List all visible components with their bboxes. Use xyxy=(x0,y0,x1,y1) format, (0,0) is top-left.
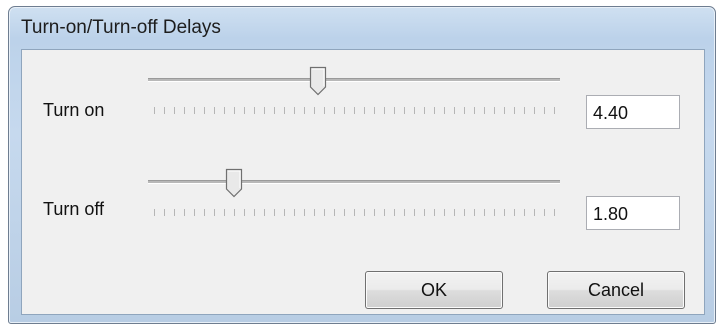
slider-tick xyxy=(464,107,465,114)
slider-tick xyxy=(494,107,495,114)
slider-tick xyxy=(174,107,175,114)
slider-tick xyxy=(394,107,395,114)
slider-tick xyxy=(364,107,365,114)
slider-tick xyxy=(454,209,455,216)
slider-tick xyxy=(544,107,545,114)
slider-tick xyxy=(474,209,475,216)
slider-tick xyxy=(224,107,225,114)
turn-off-slider-ticks xyxy=(154,209,555,216)
slider-tick xyxy=(154,107,155,114)
slider-tick xyxy=(254,107,255,114)
turn-on-slider[interactable] xyxy=(148,64,568,124)
slider-tick xyxy=(244,107,245,114)
slider-tick xyxy=(424,107,425,114)
slider-tick xyxy=(344,209,345,216)
slider-tick xyxy=(184,107,185,114)
slider-tick xyxy=(174,209,175,216)
slider-tick xyxy=(194,107,195,114)
slider-tick xyxy=(284,107,285,114)
slider-tick xyxy=(324,107,325,114)
slider-tick xyxy=(374,107,375,114)
slider-tick xyxy=(304,107,305,114)
slider-tick xyxy=(414,107,415,114)
slider-tick xyxy=(234,209,235,216)
slider-tick xyxy=(354,209,355,216)
slider-tick xyxy=(484,209,485,216)
slider-tick xyxy=(204,107,205,114)
slider-tick xyxy=(524,107,525,114)
slider-tick xyxy=(554,209,555,216)
slider-tick xyxy=(514,209,515,216)
slider-tick xyxy=(374,209,375,216)
slider-tick xyxy=(254,209,255,216)
turn-on-slider-ticks xyxy=(154,107,555,114)
turn-off-slider[interactable] xyxy=(148,166,568,226)
slider-tick xyxy=(164,209,165,216)
slider-tick xyxy=(154,209,155,216)
slider-tick xyxy=(194,209,195,216)
slider-tick xyxy=(454,107,455,114)
slider-tick xyxy=(334,107,335,114)
slider-tick xyxy=(434,107,435,114)
slider-tick xyxy=(384,209,385,216)
slider-tick xyxy=(444,107,445,114)
slider-tick xyxy=(214,209,215,216)
slider-tick xyxy=(304,209,305,216)
slider-tick xyxy=(554,107,555,114)
slider-tick xyxy=(334,209,335,216)
slider-tick xyxy=(324,209,325,216)
turn-off-slider-track xyxy=(148,180,560,184)
turn-off-slider-thumb[interactable] xyxy=(225,168,243,198)
slider-tick xyxy=(404,209,405,216)
slider-tick xyxy=(514,107,515,114)
slider-tick xyxy=(404,107,405,114)
dialog-title: Turn-on/Turn-off Delays xyxy=(21,17,221,38)
slider-tick xyxy=(534,107,535,114)
slider-tick xyxy=(434,209,435,216)
slider-tick xyxy=(274,209,275,216)
slider-tick xyxy=(294,209,295,216)
slider-tick xyxy=(494,209,495,216)
slider-tick xyxy=(204,209,205,216)
slider-tick xyxy=(314,209,315,216)
slider-tick xyxy=(294,107,295,114)
ok-button[interactable]: OK xyxy=(365,271,503,309)
slider-tick xyxy=(474,107,475,114)
slider-tick xyxy=(534,209,535,216)
turn-on-label: Turn on xyxy=(43,100,105,120)
turn-off-label: Turn off xyxy=(43,199,105,219)
dialog-client-area: Turn on 4.40 Turn off 1.80 OK Cancel xyxy=(21,49,705,315)
slider-tick xyxy=(484,107,485,114)
slider-tick xyxy=(504,107,505,114)
slider-tick xyxy=(544,209,545,216)
slider-tick xyxy=(344,107,345,114)
slider-tick xyxy=(364,209,365,216)
slider-tick xyxy=(284,209,285,216)
slider-tick xyxy=(164,107,165,114)
slider-tick xyxy=(224,209,225,216)
slider-tick xyxy=(264,209,265,216)
slider-tick xyxy=(244,209,245,216)
slider-tick xyxy=(394,209,395,216)
turn-on-slider-thumb[interactable] xyxy=(309,66,327,96)
slider-tick xyxy=(414,209,415,216)
slider-tick xyxy=(214,107,215,114)
slider-tick xyxy=(314,107,315,114)
slider-tick xyxy=(524,209,525,216)
slider-tick xyxy=(264,107,265,114)
slider-tick xyxy=(184,209,185,216)
slider-tick xyxy=(504,209,505,216)
turn-on-slider-track xyxy=(148,78,560,82)
slider-tick xyxy=(354,107,355,114)
turn-on-value-field[interactable]: 4.40 xyxy=(586,95,680,129)
cancel-button[interactable]: Cancel xyxy=(547,271,685,309)
slider-tick xyxy=(424,209,425,216)
slider-tick xyxy=(384,107,385,114)
slider-tick xyxy=(274,107,275,114)
slider-tick xyxy=(444,209,445,216)
dialog-window: Turn-on/Turn-off Delays Turn on 4.40 Tur… xyxy=(8,6,716,324)
slider-tick xyxy=(464,209,465,216)
turn-off-value-field[interactable]: 1.80 xyxy=(586,196,680,230)
slider-tick xyxy=(234,107,235,114)
